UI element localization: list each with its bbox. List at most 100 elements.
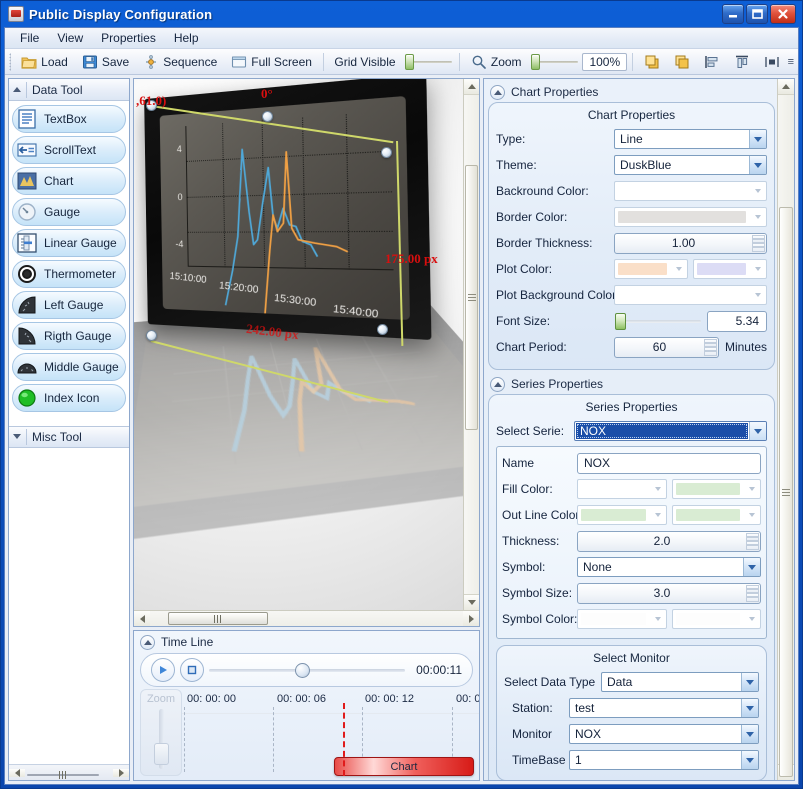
canvas-vscroll-thumb[interactable] bbox=[465, 165, 478, 430]
canvas-scroll-left-button[interactable] bbox=[134, 611, 150, 626]
playhead[interactable] bbox=[343, 703, 345, 776]
scroll-right-button[interactable] bbox=[113, 769, 129, 777]
canvas-hscroll-thumb[interactable] bbox=[168, 612, 268, 625]
tool-thermometer[interactable]: Thermometer bbox=[12, 260, 126, 288]
toolbar-overflow-button[interactable]: ≡ bbox=[788, 56, 794, 68]
resize-handle-top-right[interactable] bbox=[381, 147, 392, 158]
fullscreen-button[interactable]: Full Screen bbox=[225, 51, 318, 73]
spin-down-button[interactable] bbox=[746, 541, 759, 550]
chevron-down-icon[interactable] bbox=[741, 699, 758, 717]
timeline-scrubber[interactable] bbox=[209, 661, 405, 679]
chevron-down-icon[interactable] bbox=[650, 506, 666, 524]
font-size-slider-thumb[interactable] bbox=[615, 313, 626, 330]
chart-display-face[interactable]: 4 0 -4 15:10:00 15:20:00 15:30:00 bbox=[144, 79, 431, 340]
props-vscroll-thumb[interactable] bbox=[779, 207, 793, 777]
sequence-button[interactable]: Sequence bbox=[137, 51, 223, 73]
spin-down-button[interactable] bbox=[746, 593, 759, 602]
collapse-icon[interactable] bbox=[140, 635, 155, 650]
theme-combo[interactable]: DuskBlue bbox=[614, 155, 767, 175]
plot-color-picker-1[interactable] bbox=[614, 259, 688, 279]
resize-handle-bottom-left[interactable] bbox=[146, 330, 157, 341]
timeline-clip-chart[interactable]: Chart bbox=[334, 757, 474, 776]
tool-linear-gauge[interactable]: Linear Gauge bbox=[12, 229, 126, 257]
chevron-down-icon[interactable] bbox=[750, 182, 766, 200]
send-to-back-button[interactable] bbox=[668, 51, 696, 73]
timeline-zoom-thumb[interactable] bbox=[154, 743, 169, 765]
series-name-input[interactable]: NOX bbox=[577, 453, 761, 474]
collapse-icon[interactable] bbox=[490, 377, 505, 392]
symbol-size-spinner[interactable]: 3.0 bbox=[577, 583, 761, 604]
menu-help[interactable]: Help bbox=[165, 29, 208, 47]
series-properties-group-header[interactable]: Series Properties bbox=[488, 374, 775, 394]
distribute-horizontal-button[interactable] bbox=[758, 51, 786, 73]
spin-up-button[interactable] bbox=[746, 533, 759, 542]
data-type-combo[interactable]: Data bbox=[601, 672, 759, 692]
tool-scrolltext[interactable]: ScrollText bbox=[12, 136, 126, 164]
tool-gauge[interactable]: Gauge bbox=[12, 198, 126, 226]
chevron-down-icon[interactable] bbox=[671, 260, 687, 278]
align-left-button[interactable] bbox=[698, 51, 726, 73]
type-combo[interactable]: Line bbox=[614, 129, 767, 149]
spin-up-button[interactable] bbox=[704, 339, 717, 348]
stop-button[interactable] bbox=[180, 658, 204, 682]
tool-middle-gauge[interactable]: Middle Gauge bbox=[12, 353, 126, 381]
plot-background-color-picker[interactable] bbox=[614, 285, 767, 305]
scrubber-thumb[interactable] bbox=[295, 663, 310, 678]
grid-slider-thumb[interactable] bbox=[405, 54, 414, 70]
spin-up-button[interactable] bbox=[746, 585, 759, 594]
timeline-header[interactable]: Time Line bbox=[134, 631, 479, 653]
play-button[interactable] bbox=[151, 658, 175, 682]
timeline-zoom-control[interactable]: Zoom bbox=[140, 689, 182, 776]
tool-left-gauge[interactable]: Left Gauge bbox=[12, 291, 126, 319]
toolbox-hscroll-thumb[interactable] bbox=[27, 774, 99, 776]
zoom-value-field[interactable]: 100% bbox=[582, 53, 627, 71]
symbol-color-picker-1[interactable] bbox=[577, 609, 667, 629]
rotate-handle-top[interactable] bbox=[262, 111, 273, 122]
timeline-ruler[interactable]: 00: 00: 00 00: 00: 06 00: 00: 12 00: 00:… bbox=[182, 687, 479, 780]
chevron-down-icon[interactable] bbox=[744, 506, 760, 524]
minimize-button[interactable] bbox=[722, 4, 744, 24]
thickness-spinner[interactable]: 2.0 bbox=[577, 531, 761, 552]
tool-right-gauge[interactable]: Rigth Gauge bbox=[12, 322, 126, 350]
menu-properties[interactable]: Properties bbox=[92, 29, 165, 47]
outline-color-picker-1[interactable] bbox=[577, 505, 667, 525]
font-size-slider[interactable] bbox=[614, 312, 703, 330]
symbol-combo[interactable]: None bbox=[577, 557, 761, 577]
misc-tool-header[interactable]: Misc Tool bbox=[9, 426, 129, 448]
bring-to-front-button[interactable] bbox=[638, 51, 666, 73]
spinner-buttons[interactable] bbox=[746, 533, 759, 550]
canvas-vscrollbar[interactable] bbox=[463, 79, 479, 610]
fill-color-picker-1[interactable] bbox=[577, 479, 667, 499]
spin-down-button[interactable] bbox=[752, 243, 765, 252]
tool-chart[interactable]: Chart bbox=[12, 167, 126, 195]
chart-widget-3d[interactable]: 4 0 -4 15:10:00 15:20:00 15:30:00 bbox=[134, 79, 479, 610]
load-button[interactable]: Load bbox=[15, 51, 74, 73]
canvas-scroll-up-button[interactable] bbox=[464, 79, 479, 95]
zoom-button[interactable]: Zoom bbox=[465, 51, 528, 73]
toolbox-hscrollbar[interactable] bbox=[9, 764, 129, 780]
chevron-down-icon[interactable] bbox=[741, 751, 758, 769]
symbol-color-picker-2[interactable] bbox=[672, 609, 762, 629]
chevron-down-icon[interactable] bbox=[741, 725, 758, 743]
spinner-buttons[interactable] bbox=[752, 235, 765, 252]
timeline-zoom-track[interactable] bbox=[159, 709, 164, 769]
chevron-down-icon[interactable] bbox=[750, 260, 766, 278]
chevron-down-icon[interactable] bbox=[749, 156, 766, 174]
plot-color-picker-2[interactable] bbox=[693, 259, 767, 279]
spinner-buttons[interactable] bbox=[704, 339, 717, 356]
resize-handle-bottom-right[interactable] bbox=[377, 324, 388, 335]
chevron-down-icon[interactable] bbox=[741, 673, 758, 691]
chevron-down-icon[interactable] bbox=[750, 286, 766, 304]
data-tool-header[interactable]: Data Tool bbox=[9, 79, 129, 101]
menu-file[interactable]: File bbox=[11, 29, 48, 47]
toolbar-grip[interactable] bbox=[9, 53, 11, 71]
monitor-combo[interactable]: NOX bbox=[569, 724, 759, 744]
scroll-left-button[interactable] bbox=[9, 769, 25, 777]
collapse-icon[interactable] bbox=[490, 85, 505, 100]
select-serie-combo[interactable]: NOX bbox=[574, 421, 767, 441]
border-color-picker[interactable] bbox=[614, 207, 767, 227]
zoom-slider[interactable] bbox=[530, 54, 581, 70]
font-size-value[interactable]: 5.34 bbox=[707, 311, 767, 332]
spin-up-button[interactable] bbox=[752, 235, 765, 244]
close-button[interactable] bbox=[770, 4, 796, 24]
